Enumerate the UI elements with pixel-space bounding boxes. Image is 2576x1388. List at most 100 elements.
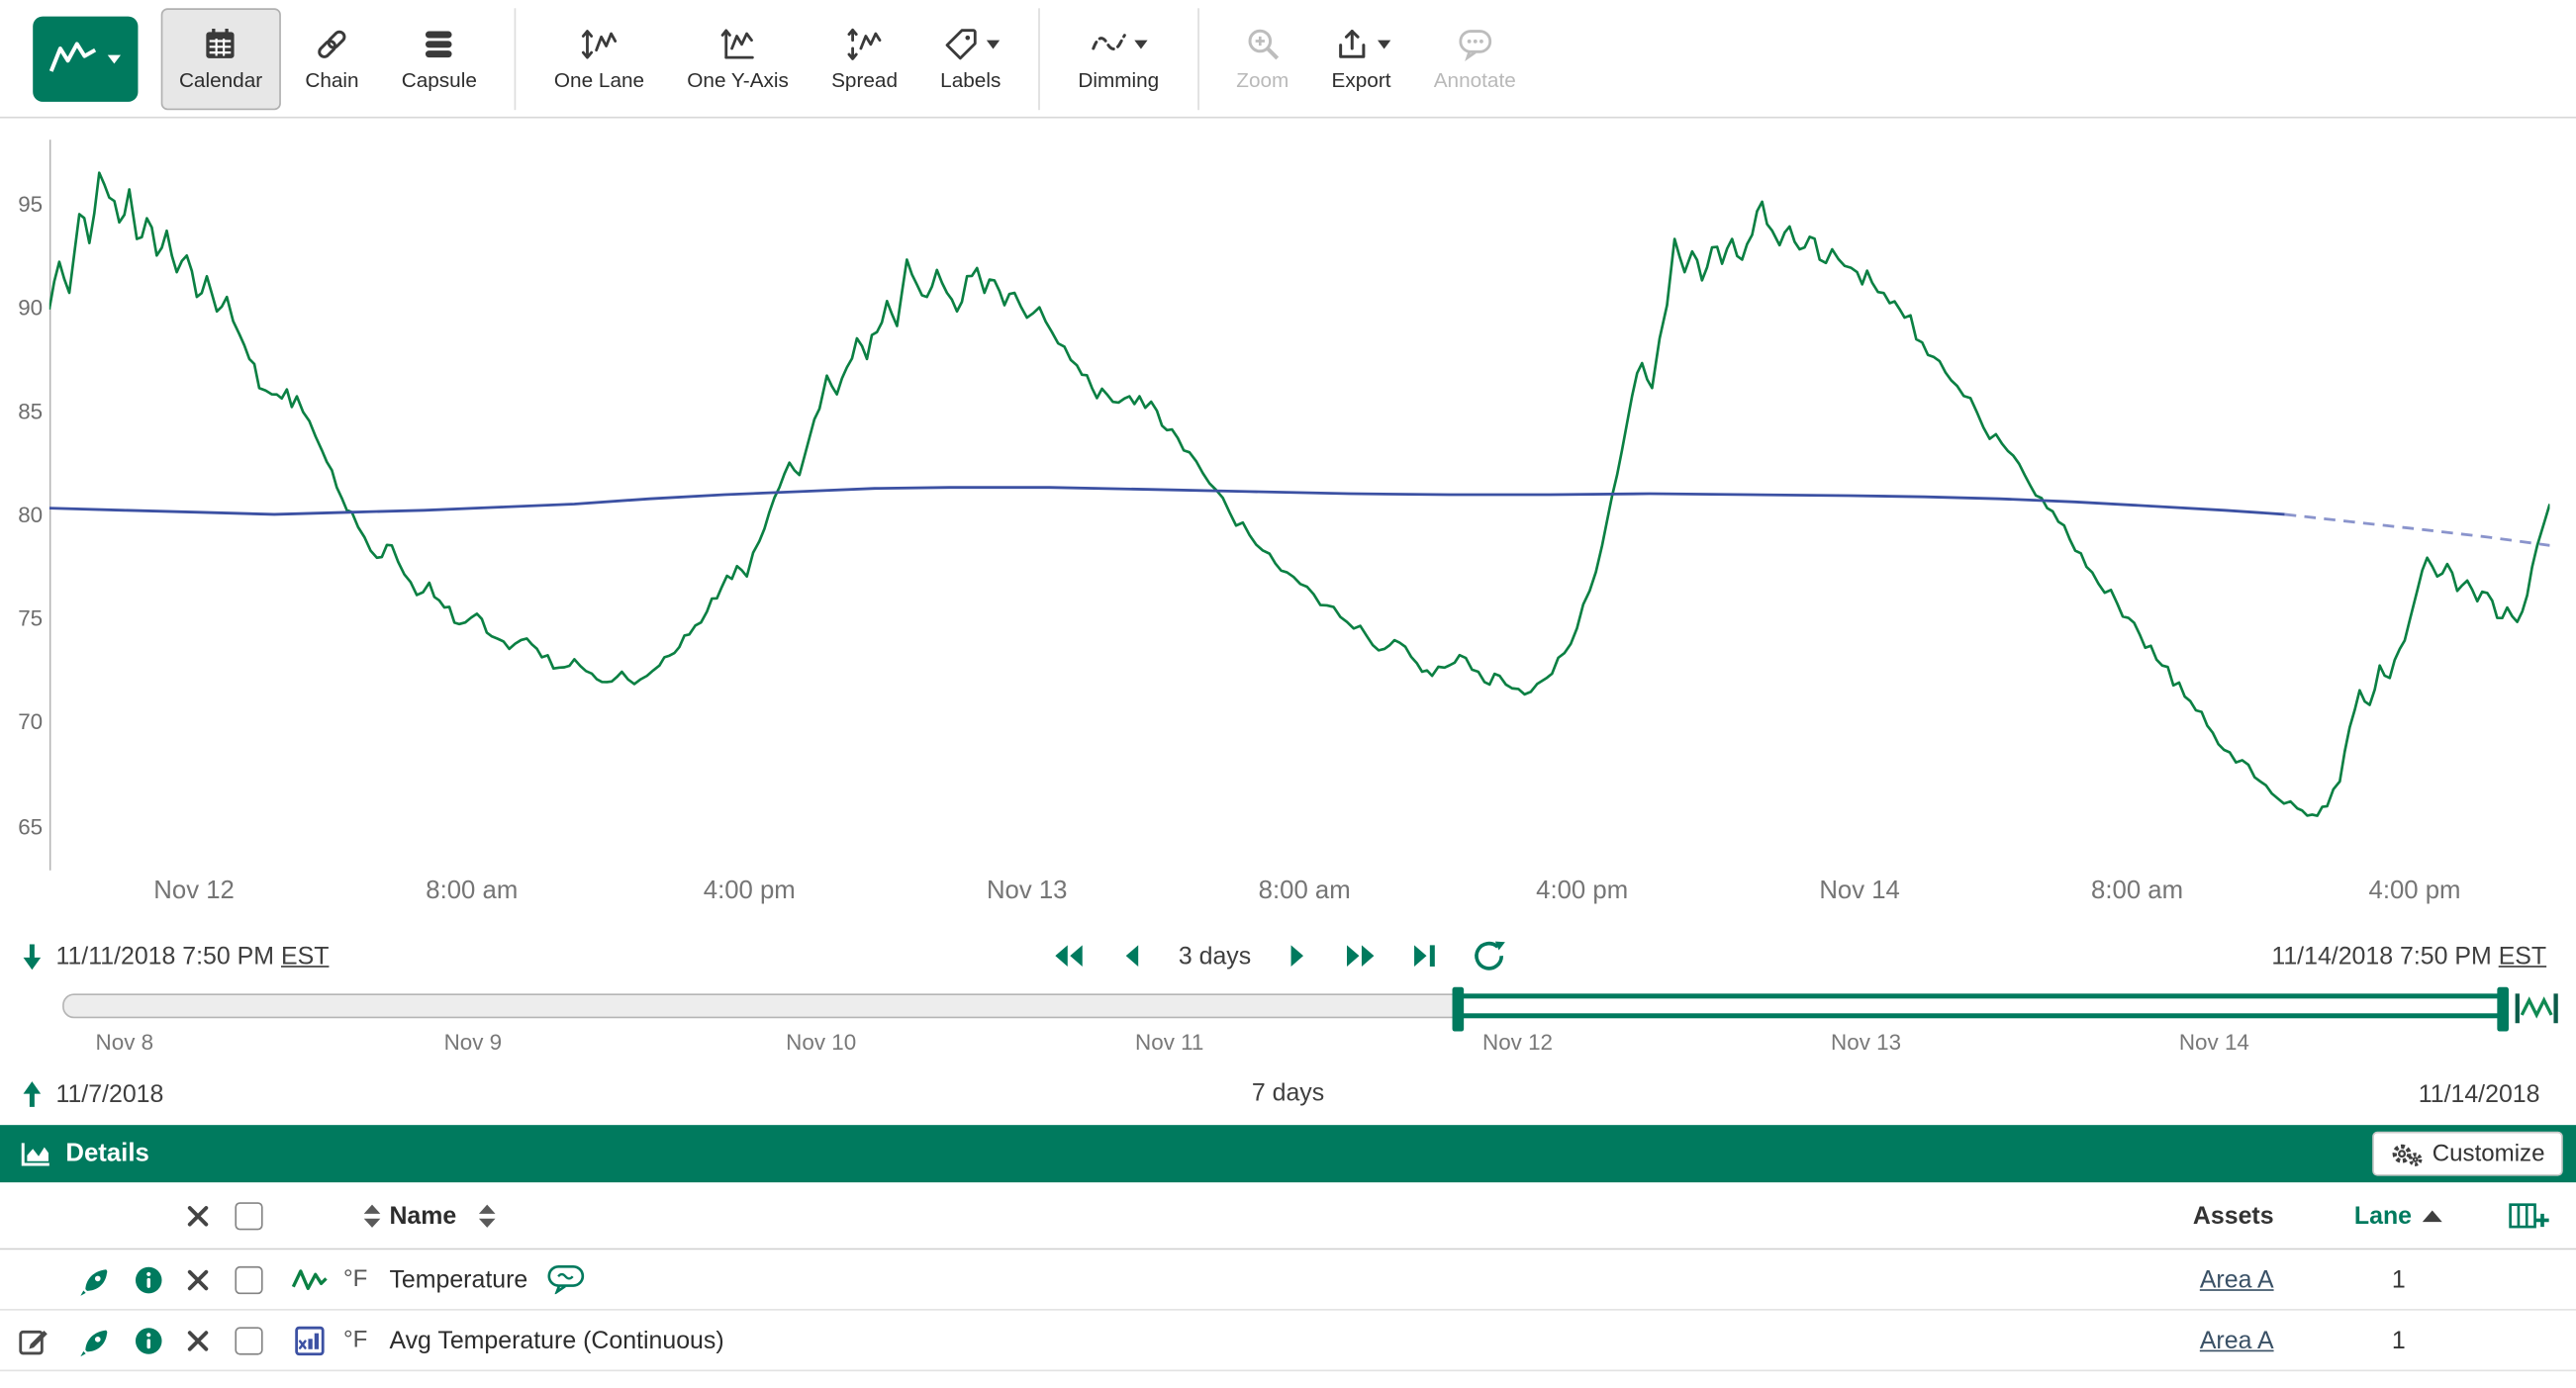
- display-range-end-text[interactable]: 11/14/2018 7:50 PM: [2271, 942, 2491, 970]
- toolbar-separator: [1196, 7, 1198, 109]
- toolbar-button-chain[interactable]: Chain: [287, 7, 377, 109]
- item-checkbox[interactable]: [235, 1265, 262, 1293]
- x-tick-label: 4:00 pm: [1536, 877, 1628, 906]
- investigate-selected-region[interactable]: [1457, 993, 2502, 1018]
- remove-item-button[interactable]: [183, 1327, 211, 1354]
- mini-trend-icon: [2514, 988, 2559, 1028]
- sort-control[interactable]: [361, 1201, 383, 1229]
- range-up-arrow-icon: [20, 1078, 45, 1110]
- one-lane-icon: [580, 25, 620, 64]
- seeq-trend-workbench: Calendar Chain: [0, 0, 2576, 1388]
- item-unit: °F: [343, 1327, 389, 1353]
- item-name[interactable]: Avg Temperature (Continuous): [389, 1327, 723, 1354]
- asset-swap-button[interactable]: [79, 1325, 111, 1356]
- investigate-ticks: Nov 8Nov 9Nov 10Nov 11Nov 12Nov 13Nov 14: [64, 1030, 2503, 1063]
- y-tick-label: 80: [0, 502, 43, 531]
- y-tick-label: 65: [0, 812, 43, 842]
- display-range-end[interactable]: 11/14/2018 7:50 PM EST: [2271, 942, 2546, 970]
- timezone-link[interactable]: EST: [2499, 942, 2546, 970]
- auto-update-button[interactable]: [1472, 938, 1508, 974]
- range-handle-left[interactable]: [1452, 987, 1464, 1032]
- investigate-timebar: Nov 8Nov 9Nov 10Nov 11Nov 12Nov 13Nov 14: [0, 985, 2576, 1067]
- toolbar-label: Dimming: [1078, 69, 1159, 92]
- column-header-name[interactable]: Name: [389, 1201, 456, 1229]
- tag-icon: [941, 25, 981, 64]
- zoom-icon: [1243, 25, 1283, 64]
- details-panel-header: Details Customize: [0, 1125, 2576, 1182]
- annotation-bubble-icon[interactable]: [547, 1264, 587, 1294]
- toolbar-label: One Lane: [554, 69, 644, 92]
- toolbar-label: Chain: [305, 69, 358, 92]
- column-header-assets[interactable]: Assets: [2193, 1201, 2274, 1229]
- edit-formula-button[interactable]: [16, 1323, 50, 1357]
- add-column-icon: [2508, 1200, 2549, 1232]
- step-backward-button[interactable]: [1114, 938, 1151, 974]
- jump-forward-button[interactable]: [1343, 938, 1380, 974]
- item-name[interactable]: Temperature: [389, 1265, 527, 1293]
- chain-icon: [313, 25, 352, 64]
- asset-link[interactable]: Area A: [2200, 1265, 2274, 1293]
- remove-item-button[interactable]: [183, 1265, 211, 1293]
- toolbar-button-spread[interactable]: Spread: [813, 7, 915, 109]
- x-tick-label: 4:00 pm: [2369, 877, 2461, 906]
- double-left-arrow-icon: [1050, 938, 1087, 974]
- timebar-tick-label: Nov 14: [2179, 1030, 2249, 1055]
- timebar-trend-toggle-button[interactable]: [2514, 988, 2559, 1033]
- toolbar-button-export[interactable]: Export: [1313, 7, 1409, 109]
- y-tick-label: 95: [0, 191, 43, 221]
- toolbar-label: Export: [1332, 69, 1391, 92]
- sort-control-name[interactable]: [476, 1201, 498, 1229]
- rocket-icon: [79, 1263, 111, 1295]
- dropdown-caret-icon: [1133, 40, 1148, 49]
- select-all-checkbox[interactable]: [235, 1201, 262, 1229]
- step-forward-button[interactable]: [1279, 938, 1315, 974]
- trend-chart-area: 95908580757065 Nov 128:00 am4:00 pmNov 1…: [0, 119, 2576, 927]
- toolbar-button-dimming[interactable]: Dimming: [1060, 7, 1177, 109]
- trend-view-icon: [49, 39, 99, 78]
- item-info-button[interactable]: [133, 1325, 164, 1356]
- annotate-icon: [1455, 25, 1494, 64]
- step-to-end-icon: [1407, 938, 1444, 974]
- y-tick-label: 75: [0, 605, 43, 635]
- toolbar-button-calendar[interactable]: Calendar: [161, 7, 281, 109]
- step-to-end-button[interactable]: [1407, 938, 1444, 974]
- asset-swap-button[interactable]: [79, 1263, 111, 1295]
- investigate-duration-group: 7 days: [1252, 1079, 1324, 1109]
- average-signal-icon: [293, 1325, 325, 1356]
- toolbar-button-capsule[interactable]: Capsule: [383, 7, 495, 109]
- details-title: Details: [65, 1139, 148, 1168]
- signal-icon: [290, 1264, 328, 1294]
- toolbar-button-labels[interactable]: Labels: [922, 7, 1019, 109]
- display-range-start[interactable]: 11/11/2018 7:50 PM EST: [55, 942, 329, 970]
- toolbar-button-zoom: Zoom: [1218, 7, 1307, 109]
- investigate-range-end-group: 11/14/2018: [2419, 1080, 2540, 1108]
- sort-both-icon: [476, 1201, 498, 1229]
- add-column-button[interactable]: [2508, 1200, 2549, 1232]
- display-range-start-text[interactable]: 11/11/2018 7:50 PM: [55, 942, 274, 970]
- customize-button[interactable]: Customize: [2371, 1132, 2562, 1176]
- display-duration[interactable]: 3 days: [1179, 942, 1251, 970]
- item-info-button[interactable]: [133, 1263, 164, 1295]
- display-range-start-group: 11/11/2018 7:50 PM EST: [20, 940, 330, 972]
- dropdown-caret-icon: [1376, 40, 1390, 49]
- investigate-track[interactable]: Nov 8Nov 9Nov 10Nov 11Nov 12Nov 13Nov 14: [62, 993, 2504, 1018]
- double-right-arrow-icon: [1343, 938, 1380, 974]
- toolbar-button-one-lane[interactable]: One Lane: [536, 7, 663, 109]
- timezone-link[interactable]: EST: [281, 942, 329, 970]
- details-row-avg-temperature: °F Avg Temperature (Continuous) Area A 1: [0, 1311, 2576, 1371]
- investigate-duration[interactable]: 7 days: [1252, 1079, 1324, 1107]
- column-header-lane[interactable]: Lane: [2354, 1201, 2412, 1229]
- jump-backward-button[interactable]: [1050, 938, 1087, 974]
- refresh-icon: [1472, 938, 1508, 974]
- asset-link[interactable]: Area A: [2200, 1327, 2274, 1354]
- item-checkbox[interactable]: [235, 1327, 262, 1354]
- toolbar-button-one-y-axis[interactable]: One Y-Axis: [669, 7, 807, 109]
- details-chart-icon: [20, 1140, 52, 1167]
- item-lane: 1: [2317, 1327, 2481, 1354]
- range-start-arrow-icon: [20, 940, 45, 972]
- remove-all-items-button[interactable]: [183, 1201, 211, 1229]
- view-selector-button[interactable]: [33, 16, 138, 101]
- trend-plot[interactable]: [49, 139, 2550, 871]
- item-lane: 1: [2317, 1265, 2481, 1293]
- range-handle-right[interactable]: [2497, 987, 2509, 1032]
